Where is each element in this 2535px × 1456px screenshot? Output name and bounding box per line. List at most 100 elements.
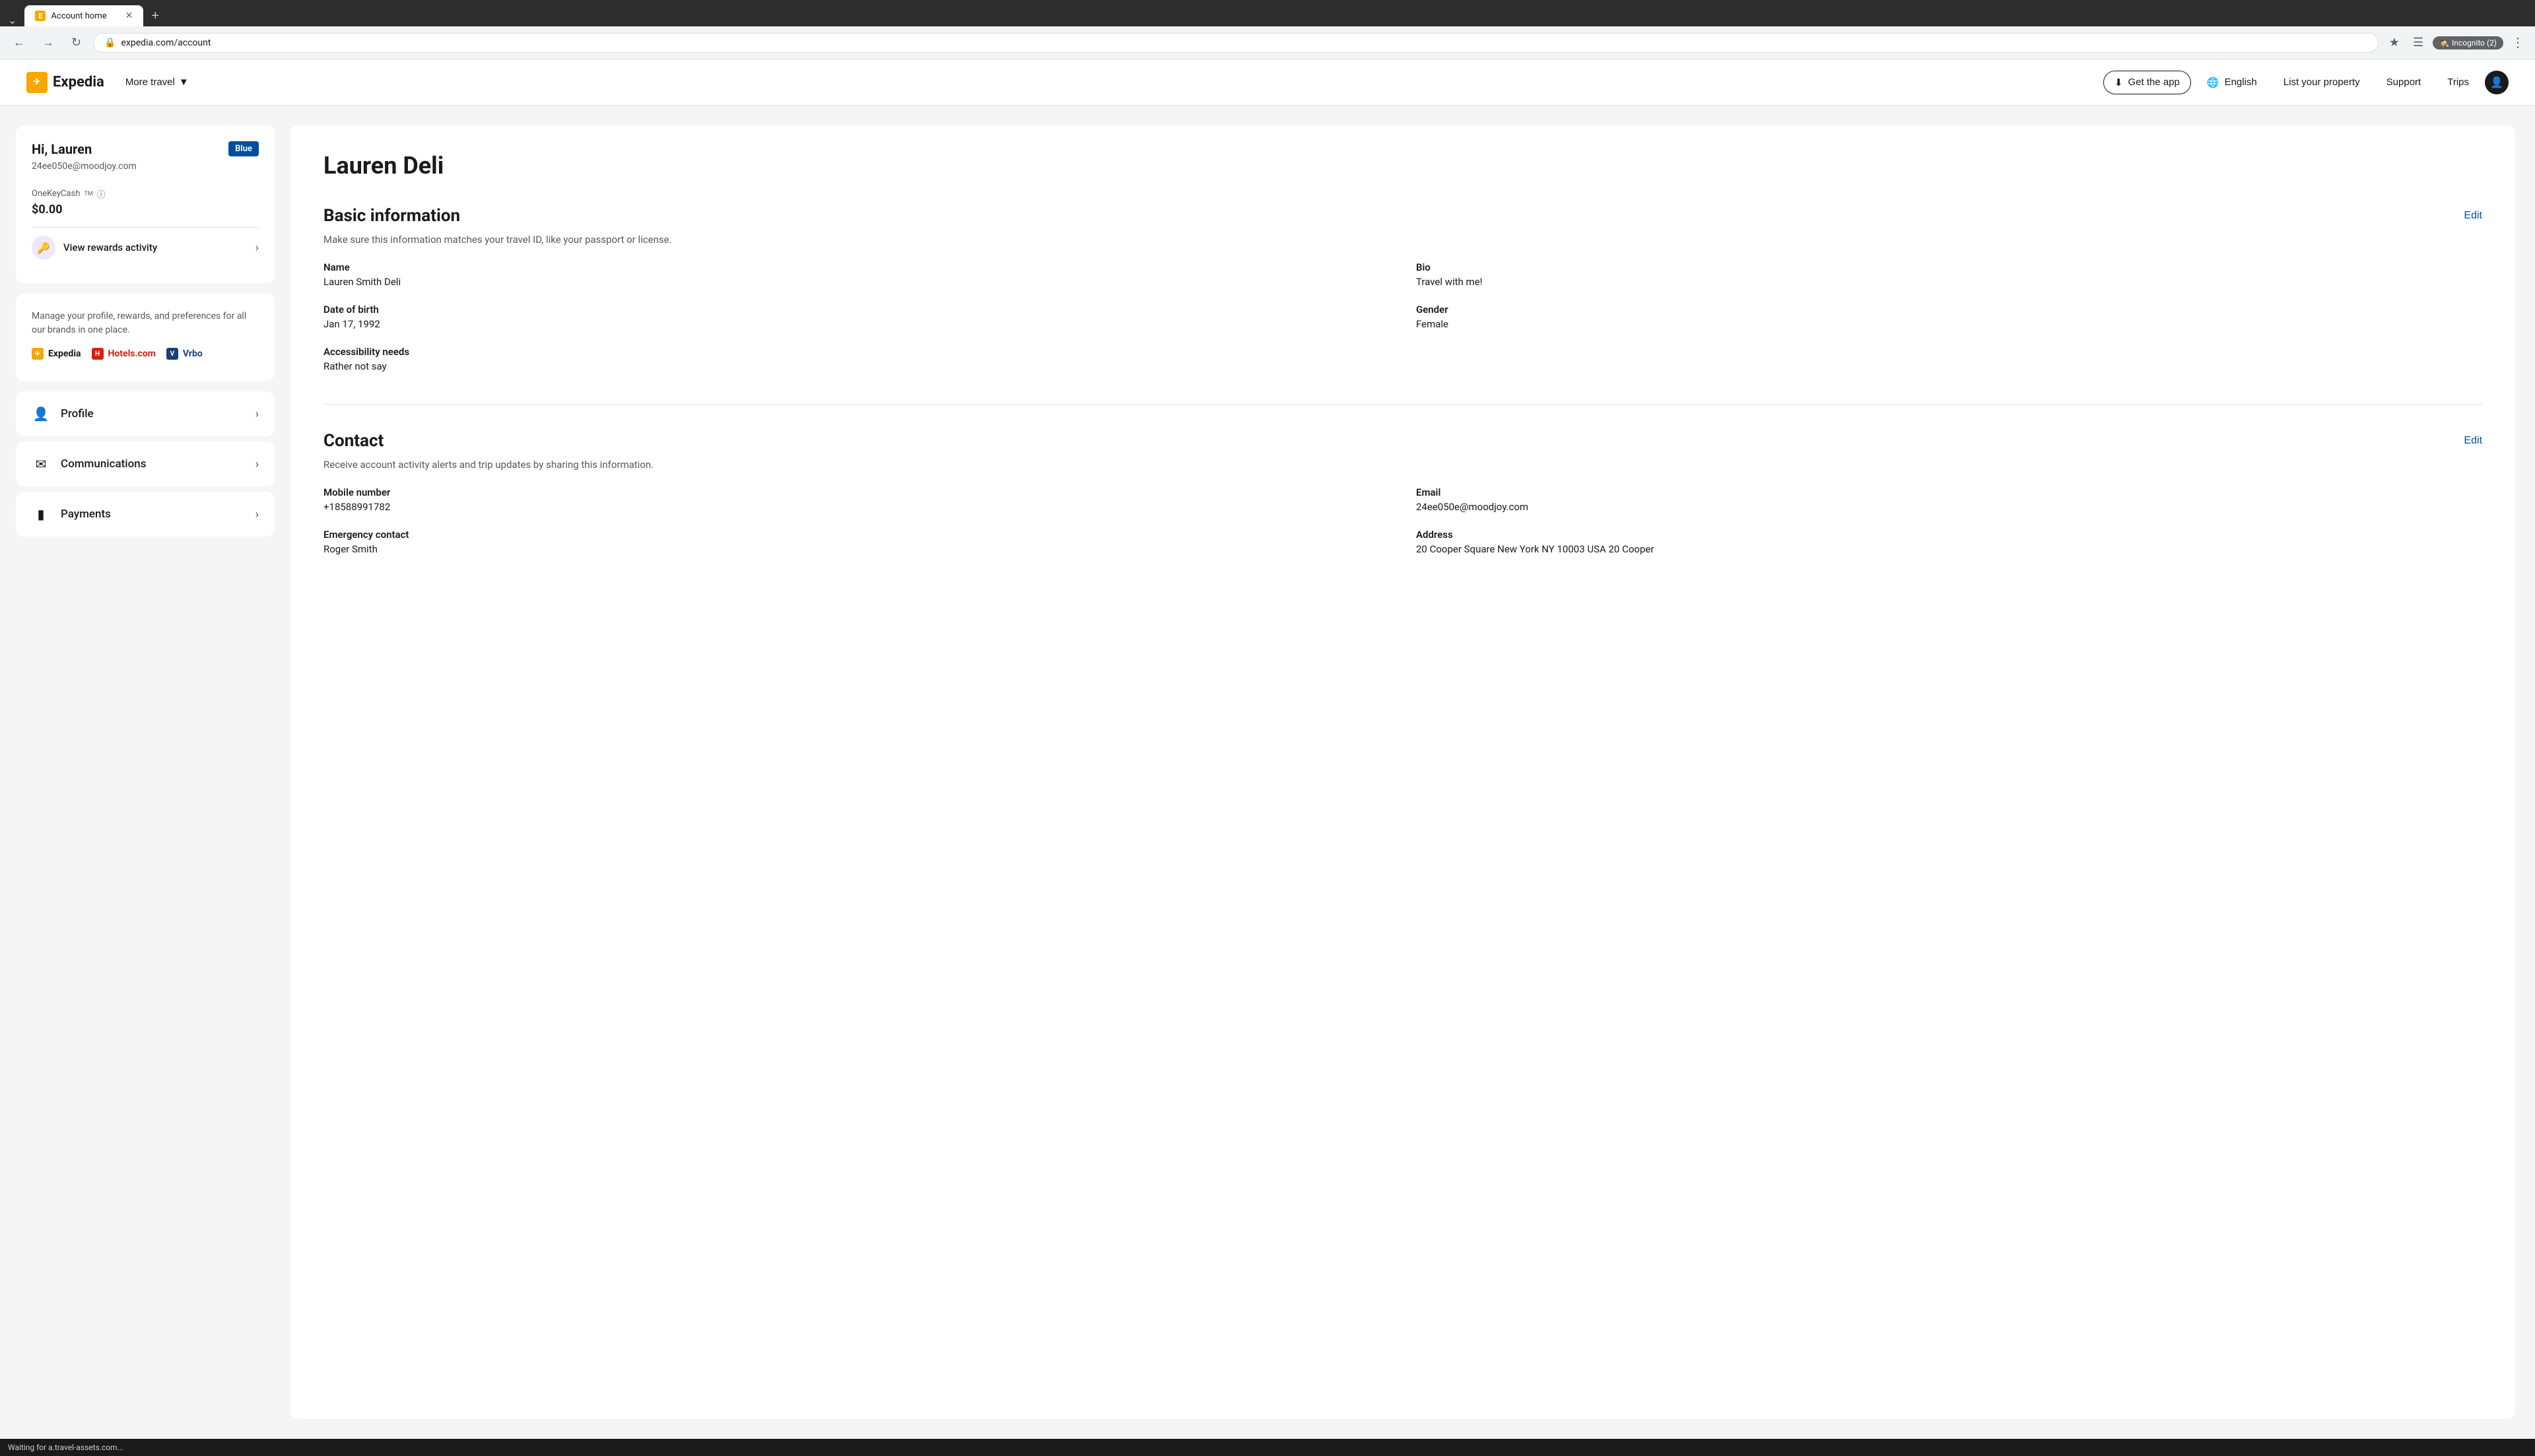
payments-label: Payments	[61, 508, 245, 521]
hotels-logo-icon: H	[92, 348, 104, 360]
language-btn[interactable]: 🌐 English	[2196, 71, 2268, 94]
rewards-row[interactable]: 🔑 View rewards activity ›	[32, 227, 259, 267]
profile-arrow-icon: ›	[255, 407, 259, 421]
toolbar-actions: ★ ☰ 🕵 Incognito (2) ⋮	[2385, 32, 2527, 53]
tier-badge: Blue	[228, 141, 259, 156]
content-area: Lauren Deli Basic information Edit Make …	[290, 125, 2515, 1419]
new-tab-btn[interactable]: +	[146, 6, 164, 26]
download-icon: ⬇	[2114, 77, 2123, 88]
vrbo-brand: V Vrbo	[166, 348, 203, 360]
globe-icon: 🌐	[2207, 77, 2219, 88]
sidebar-item-payments[interactable]: ▮ Payments ›	[16, 492, 275, 537]
more-travel-chevron: ▼	[179, 77, 189, 88]
expedia-logo[interactable]: ✈ Expedia	[26, 72, 104, 93]
language-label: English	[2225, 77, 2257, 88]
field-address: Address 20 Cooper Square New York NY 100…	[1416, 529, 2482, 555]
site-header: ✈ Expedia More travel ▼ ⬇ Get the app 🌐 …	[0, 59, 2535, 106]
communications-icon: ✉	[32, 455, 50, 473]
hotels-brand-label: Hotels.com	[108, 348, 156, 359]
more-travel-btn[interactable]: More travel ▼	[118, 71, 197, 93]
list-property-label: List your property	[2283, 77, 2360, 88]
refresh-btn[interactable]: ↻	[66, 33, 86, 52]
vrbo-logo-icon: V	[166, 348, 178, 360]
tab-title: Account home	[51, 11, 106, 21]
field-accessibility-value: Rather not say	[323, 360, 1390, 372]
user-email: 24ee050e@moodjoy.com	[32, 161, 137, 172]
field-mobile-label: Mobile number	[323, 486, 1390, 498]
field-accessibility: Accessibility needs Rather not say	[323, 346, 1390, 372]
trips-btn[interactable]: Trips	[2437, 71, 2480, 93]
list-property-btn[interactable]: List your property	[2273, 71, 2371, 93]
field-accessibility-label: Accessibility needs	[323, 346, 1390, 358]
field-name: Name Lauren Smith Deli	[323, 261, 1390, 288]
communications-arrow-icon: ›	[255, 457, 259, 471]
profile-name: Lauren Deli	[323, 152, 2482, 180]
sidebar-nav: 👤 Profile › ✉ Communications › ▮ Payment…	[16, 391, 275, 537]
field-gender-label: Gender	[1416, 304, 2482, 315]
tab-favicon: E	[35, 11, 46, 21]
browser-tabs: ⌄ E Account home ✕ +	[8, 5, 2527, 26]
tab-close-btn[interactable]: ✕	[125, 11, 133, 21]
support-label: Support	[2386, 77, 2421, 88]
user-icon: 👤	[2490, 76, 2503, 88]
contact-header: Contact Edit	[323, 431, 2482, 451]
incognito-icon: 🕵	[2439, 38, 2449, 48]
basic-info-subtitle: Make sure this information matches your …	[323, 234, 2482, 246]
back-btn[interactable]: ←	[8, 33, 30, 52]
onekeycash-amount: $0.00	[32, 203, 259, 216]
field-mobile: Mobile number +18588991782	[323, 486, 1390, 513]
sidebar-item-communications[interactable]: ✉ Communications ›	[16, 442, 275, 486]
info-icon[interactable]: ⓘ	[97, 187, 106, 200]
tm-symbol: TM	[84, 191, 92, 197]
basic-info-grid: Name Lauren Smith Deli Bio Travel with m…	[323, 261, 2482, 372]
get-app-label: Get the app	[2128, 77, 2179, 88]
rewards-link-text: View rewards activity	[63, 242, 248, 253]
url-text: expedia.com/account	[121, 38, 211, 48]
get-app-btn[interactable]: ⬇ Get the app	[2103, 71, 2191, 94]
manage-text: Manage your profile, rewards, and prefer…	[32, 310, 259, 337]
support-btn[interactable]: Support	[2376, 71, 2432, 93]
onekeycash-text: OneKeyCash	[32, 189, 80, 199]
user-avatar[interactable]: 👤	[2485, 71, 2509, 94]
lock-icon: 🔒	[104, 38, 116, 48]
field-dob-label: Date of birth	[323, 304, 1390, 315]
field-email: Email 24ee050e@moodjoy.com	[1416, 486, 2482, 513]
payments-icon: ▮	[32, 505, 50, 523]
expedia-brand-label: Expedia	[48, 348, 81, 359]
field-emergency: Emergency contact Roger Smith	[323, 529, 1390, 555]
field-gender: Gender Female	[1416, 304, 2482, 330]
field-emergency-label: Emergency contact	[323, 529, 1390, 541]
browser-toolbar: ← → ↻ 🔒 expedia.com/account ★ ☰ 🕵 Incogn…	[0, 26, 2535, 59]
field-bio-label: Bio	[1416, 261, 2482, 273]
sidebar-item-profile[interactable]: 👤 Profile ›	[16, 391, 275, 436]
field-mobile-value: +18588991782	[323, 501, 1390, 513]
section-divider	[323, 404, 2482, 405]
contact-section: Contact Edit Receive account activity al…	[323, 431, 2482, 555]
expedia-logo-icon: ✈	[32, 348, 44, 360]
header-nav: ⬇ Get the app 🌐 English List your proper…	[2103, 71, 2509, 94]
tab-expand-btn[interactable]: ⌄	[8, 14, 17, 26]
profile-label: Profile	[61, 407, 245, 420]
field-email-label: Email	[1416, 486, 2482, 498]
logo-icon: ✈	[26, 72, 48, 93]
main-layout: Hi, Lauren 24ee050e@moodjoy.com Blue One…	[0, 106, 2535, 1439]
basic-info-edit-btn[interactable]: Edit	[2464, 210, 2482, 222]
contact-title: Contact	[323, 431, 384, 451]
field-address-label: Address	[1416, 529, 2482, 541]
field-email-value: 24ee050e@moodjoy.com	[1416, 501, 2482, 513]
forward-btn[interactable]: →	[37, 33, 59, 52]
browser-menu-btn[interactable]: ⋮	[2509, 32, 2527, 53]
basic-info-title: Basic information	[323, 206, 460, 226]
more-travel-label: More travel	[125, 77, 175, 88]
bookmark-btn[interactable]: ★	[2385, 32, 2404, 53]
browser-tab-active[interactable]: E Account home ✕	[24, 5, 143, 26]
field-dob-value: Jan 17, 1992	[323, 318, 1390, 330]
rewards-icon: 🔑	[32, 236, 55, 259]
sidebar-toggle-btn[interactable]: ☰	[2409, 32, 2427, 53]
profile-icon: 👤	[32, 405, 50, 423]
key-icon: 🔑	[37, 242, 50, 254]
basic-info-header: Basic information Edit	[323, 206, 2482, 226]
address-bar[interactable]: 🔒 expedia.com/account	[93, 33, 2379, 53]
contact-edit-btn[interactable]: Edit	[2464, 435, 2482, 447]
incognito-label: Incognito (2)	[2452, 38, 2497, 48]
